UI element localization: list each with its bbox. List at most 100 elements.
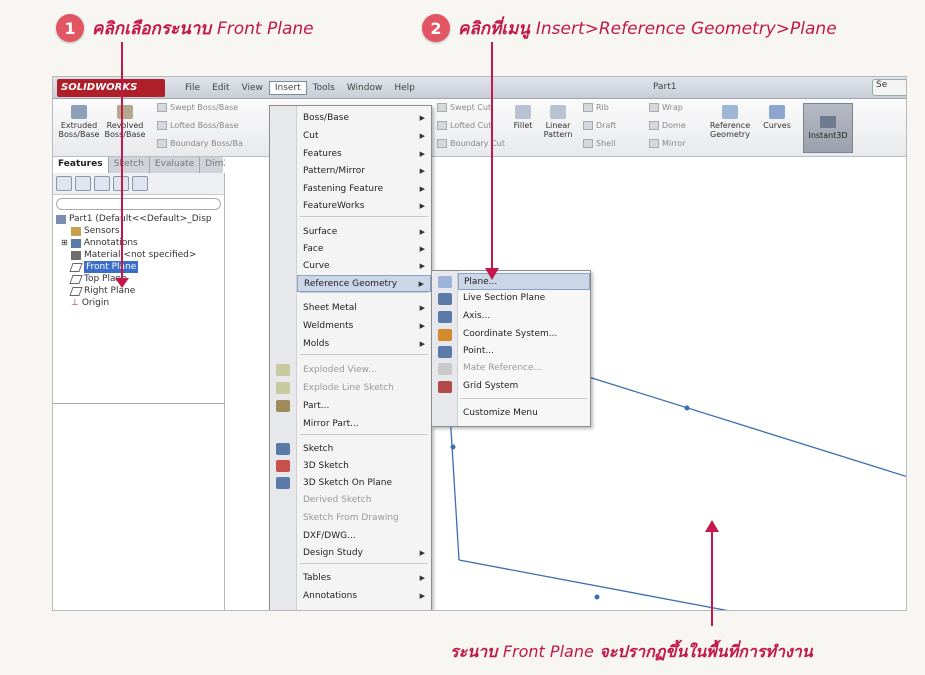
tab-evaluate[interactable]: Evaluate — [150, 157, 201, 173]
boundary-cut-button[interactable]: Boundary Cut — [437, 139, 505, 148]
swept-boss-button[interactable]: Swept Boss/Base — [157, 103, 238, 112]
revolved-boss-button[interactable]: Revolved Boss/Base — [103, 105, 147, 139]
submenu-arrow-icon: ▶ — [419, 202, 425, 210]
lofted-boss-button[interactable]: Lofted Boss/Base — [157, 121, 238, 130]
menu-file[interactable]: File — [179, 83, 206, 93]
menu-view[interactable]: View — [236, 83, 269, 93]
draft-button[interactable]: Draft — [583, 121, 616, 130]
curves-button[interactable]: Curves — [759, 105, 795, 130]
insert-menu-item-molds[interactable]: Molds ▶ — [297, 336, 431, 353]
tree-node-sensors[interactable]: Sensors — [53, 225, 224, 237]
tree-filter-input[interactable] — [56, 198, 221, 210]
menu-tools[interactable]: Tools — [307, 83, 341, 93]
insert-menu-item-dxf-dwg[interactable]: DXF/DWG... — [297, 528, 431, 545]
insert-menu-item-cut[interactable]: Cut ▶ — [297, 128, 431, 145]
insert-menu-item-part[interactable]: Part... — [297, 398, 431, 415]
insert-menu-item-features[interactable]: Features ▶ — [297, 146, 431, 163]
insert-menu-item-derived-sketch[interactable]: Derived Sketch — [297, 492, 431, 509]
submenu-item-point[interactable]: Point... — [458, 343, 590, 360]
insert-menu-item-3d-sketch[interactable]: 3D Sketch — [297, 458, 431, 475]
submenu-item-axis[interactable]: Axis... — [458, 308, 590, 325]
loft-icon — [157, 121, 167, 130]
insert-menu-item-fastening-feature[interactable]: Fastening Feature ▶ — [297, 181, 431, 198]
fillet-button[interactable]: Fillet — [509, 105, 537, 130]
wrap-button[interactable]: Wrap — [649, 103, 683, 112]
plane-handle-left[interactable] — [450, 444, 456, 450]
submenu-item-customize-menu[interactable]: Customize Menu — [458, 405, 590, 422]
menu-edit[interactable]: Edit — [206, 83, 235, 93]
submenu-item-grid-system[interactable]: Grid System — [458, 378, 590, 395]
insert-menu-item-3d-sketch-on-plane[interactable]: 3D Sketch On Plane — [297, 475, 431, 492]
insert-menu-item-exploded-view[interactable]: Exploded View... — [297, 362, 431, 379]
insert-menu-item-annotations[interactable]: Annotations ▶ — [297, 588, 431, 605]
material-icon — [71, 250, 81, 260]
insert-menu-item-sheet-metal[interactable]: Sheet Metal ▶ — [297, 300, 431, 317]
boundary-boss-button[interactable]: Boundary Boss/Ba — [157, 139, 243, 148]
plane-icon — [69, 286, 83, 296]
insert-menu-item-design-study[interactable]: Design Study ▶ — [297, 545, 431, 562]
tree-node-top-plane[interactable]: Top Plane — [53, 273, 224, 285]
submenu-item-plane[interactable]: Plane... — [458, 273, 590, 290]
shell-button[interactable]: Shell — [583, 139, 616, 148]
insert-menu-item-surface[interactable]: Surface ▶ — [297, 224, 431, 241]
display-manager-tab-icon[interactable] — [132, 176, 148, 191]
lofted-cut-button[interactable]: Lofted Cut — [437, 121, 491, 130]
swept-cut-button[interactable]: Swept Cut — [437, 103, 491, 112]
expand-plus-icon[interactable]: ⊞ — [61, 237, 68, 249]
panel-splitter[interactable] — [53, 403, 225, 404]
search-input[interactable]: Se — [872, 79, 906, 96]
part-icon — [56, 214, 66, 224]
insert-menu-item-explode-line-sketch[interactable]: Explode Line Sketch — [297, 380, 431, 397]
point-icon — [438, 346, 452, 358]
linear-pattern-button[interactable]: Linear Pattern — [541, 105, 575, 139]
tree-node-part[interactable]: Part1 (Default<<Default>_Disp — [53, 213, 224, 225]
menu-window[interactable]: Window — [341, 83, 389, 93]
insert-menu-item-pattern-mirror[interactable]: Pattern/Mirror ▶ — [297, 163, 431, 180]
dome-button[interactable]: Dome — [649, 121, 686, 130]
solidworks-logo: SOLIDWORKS — [57, 78, 165, 97]
submenu-item-live-section-plane[interactable]: Live Section Plane — [458, 290, 590, 307]
tree-node-front-plane[interactable]: Front Plane — [53, 261, 224, 273]
insert-menu-item-tables[interactable]: Tables ▶ — [297, 570, 431, 587]
plane-handle-bottom[interactable] — [594, 594, 600, 600]
tree-node-origin[interactable]: ⊥ Origin — [53, 297, 224, 309]
insert-menu-item-reference-geometry[interactable]: Reference Geometry ▶ — [297, 275, 431, 292]
step-2-arrowhead — [485, 268, 499, 280]
submenu-arrow-icon: ▶ — [419, 132, 425, 140]
boundary-icon — [157, 139, 167, 148]
menu-insert[interactable]: Insert — [268, 80, 307, 95]
insert-menu-item-sketch[interactable]: Sketch — [297, 441, 431, 458]
dome-icon — [649, 121, 659, 130]
submenu-arrow-icon: ▶ — [418, 280, 424, 288]
extruded-boss-button[interactable]: Extruded Boss/Base — [57, 105, 101, 139]
property-manager-tab-icon[interactable] — [75, 176, 91, 191]
insert-menu-item-featureworks[interactable]: FeatureWorks ▶ — [297, 198, 431, 215]
rib-button[interactable]: Rib — [583, 103, 609, 112]
submenu-item-mate-reference[interactable]: Mate Reference... — [458, 360, 590, 377]
menu-separator — [300, 434, 428, 435]
submenu-item-coordinate-system[interactable]: Coordinate System... — [458, 326, 590, 343]
live-section-plane-icon — [438, 293, 452, 305]
configuration-manager-tab-icon[interactable] — [94, 176, 110, 191]
tree-node-annotations[interactable]: ⊞ Annotations — [53, 237, 224, 249]
tab-features[interactable]: Features — [53, 157, 109, 173]
menu-separator — [460, 398, 588, 399]
insert-menu-item-sketch-from-drawing[interactable]: Sketch From Drawing — [297, 510, 431, 527]
menu-separator — [300, 563, 428, 564]
tree-node-material[interactable]: Material <not specified> — [53, 249, 224, 261]
reference-geometry-button[interactable]: Reference Geometry — [705, 105, 755, 139]
tree-node-right-plane[interactable]: Right Plane — [53, 285, 224, 297]
plane-handle-top[interactable] — [684, 405, 690, 411]
menu-help[interactable]: Help — [388, 83, 421, 93]
insert-menu-item-boss-base[interactable]: Boss/Base ▶ — [297, 110, 431, 127]
insert-menu-item-face[interactable]: Face ▶ — [297, 241, 431, 258]
feature-manager-tab-icon[interactable] — [56, 176, 72, 191]
menu-item-icon — [276, 400, 290, 412]
tab-sketch[interactable]: Sketch — [109, 157, 150, 173]
insert-menu-item-curve[interactable]: Curve ▶ — [297, 258, 431, 275]
mirror-button[interactable]: Mirror — [649, 139, 686, 148]
insert-menu-item-mirror-part[interactable]: Mirror Part... — [297, 416, 431, 433]
instant3d-button[interactable]: Instant3D — [803, 103, 853, 153]
step-2-annotation: 2 คลิกที่เมนู Insert>Reference Geometry>… — [422, 14, 837, 42]
insert-menu-item-weldments[interactable]: Weldments ▶ — [297, 318, 431, 335]
